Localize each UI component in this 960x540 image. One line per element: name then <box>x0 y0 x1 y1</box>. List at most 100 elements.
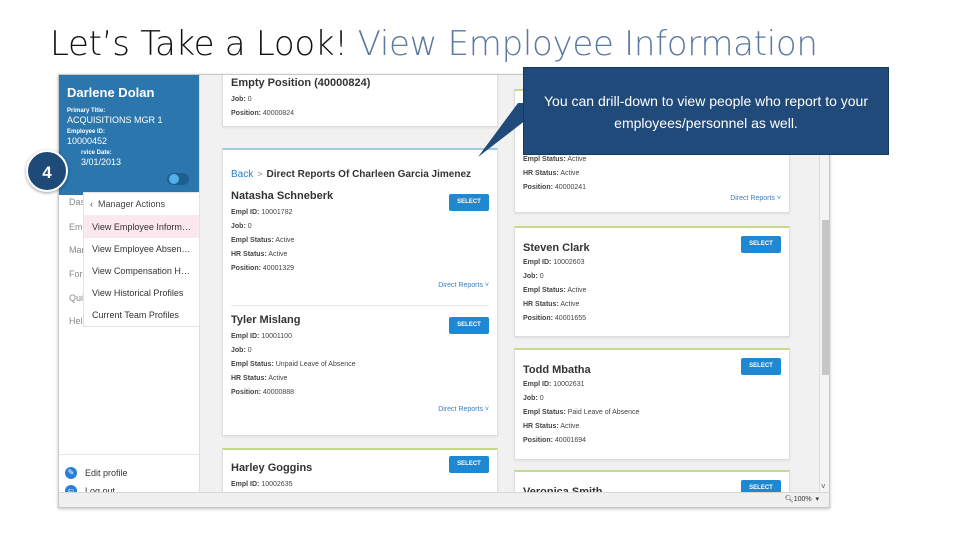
nav-item-help[interactable]: Hel <box>69 316 83 326</box>
chevron-down-icon[interactable]: ˅ <box>821 482 826 491</box>
edit-profile-button[interactable]: ✎ Edit profile <box>65 467 193 479</box>
profile-toggle-icon[interactable] <box>167 173 189 185</box>
job-value: 0 <box>247 347 252 354</box>
empl-id-label: Empl ID: <box>231 481 260 488</box>
hr-status-value: Active <box>268 375 288 382</box>
employee-card: Empty Position (40000824) Job: 0 Positio… <box>222 75 498 127</box>
slide-title: Let’s Take a Look! View Employee Informat… <box>50 24 818 64</box>
nav-item-forms[interactable]: For <box>69 269 83 279</box>
position-value: 40000888 <box>262 389 295 396</box>
position-value: 40001655 <box>554 315 587 322</box>
position-value: 40000824 <box>262 110 295 117</box>
submenu-item-historical-profiles[interactable]: View Historical Profiles <box>84 282 199 304</box>
hr-status-label: HR Status: <box>231 251 267 258</box>
job-value: 0 <box>247 223 252 230</box>
divider <box>231 305 489 306</box>
empl-status-label: Empl Status: <box>523 409 566 416</box>
direct-reports-link[interactable]: Direct Reports ˅ <box>438 282 489 289</box>
position-label: Position: <box>231 265 261 272</box>
slide-title-main: Let’s Take a Look! <box>50 24 348 64</box>
callout-box: You can drill-down to view people who re… <box>523 67 889 155</box>
zoom-control[interactable]: 🔍︎100% ▾ <box>785 495 819 503</box>
empl-id-value: 10002603 <box>553 259 585 266</box>
hr-status-value: Active <box>560 170 580 177</box>
breadcrumb-title: Direct Reports Of Charleen Garcia Jimene… <box>266 169 472 180</box>
employee-id-label: Employee ID: <box>67 129 106 135</box>
job-label: Job: <box>231 347 246 354</box>
position-value: 40001329 <box>262 265 295 272</box>
primary-title-label: Primary Title: <box>67 108 106 114</box>
select-button[interactable]: SELECT <box>741 358 781 375</box>
empl-status-value: Unpaid Leave of Absence <box>275 361 356 368</box>
job-value: 0 <box>539 273 544 280</box>
edit-profile-label: Edit profile <box>85 468 128 478</box>
nav-item-quick[interactable]: Qui <box>69 293 83 303</box>
empl-id-value: 10002635 <box>261 481 293 488</box>
empl-id-value: 10002631 <box>553 381 585 388</box>
direct-reports-panel: Back > Direct Reports Of Charleen Garcia J… <box>222 148 498 436</box>
breadcrumb-separator: > <box>257 169 263 179</box>
hr-status-value: Active <box>560 301 580 308</box>
hr-status-label: HR Status: <box>523 170 559 177</box>
chevron-left-icon: ‹ <box>90 199 93 209</box>
primary-title-value: ACQUISITIONS MGR 1 <box>67 115 163 125</box>
direct-reports-link[interactable]: Direct Reports ˅ <box>730 195 781 202</box>
empl-id-value: 10001100 <box>261 333 292 340</box>
employee-name: Empty Position (40000824) <box>231 77 371 89</box>
submenu-header: Manager Actions <box>98 199 166 209</box>
employee-id-value: 10000452 <box>67 136 108 146</box>
submenu-item-view-compensation[interactable]: View Compensation Hist... <box>84 260 199 282</box>
submenu-item-view-employee-info[interactable]: View Employee Informat... <box>84 216 199 238</box>
position-label: Position: <box>523 437 553 444</box>
job-value: 0 <box>247 96 252 103</box>
empl-status-value: Active <box>275 237 295 244</box>
sidebar: Darlene Dolan Primary Title: ACQUISITION… <box>59 75 200 507</box>
breadcrumb: Back > Direct Reports Of Charleen Garcia J… <box>231 164 489 182</box>
hr-status-label: HR Status: <box>523 301 559 308</box>
empl-status-value: Active <box>567 287 587 294</box>
callout-text: You can drill-down to view people who re… <box>543 93 868 131</box>
empl-id-label: Empl ID: <box>523 259 552 266</box>
empl-status-label: Empl Status: <box>231 237 274 244</box>
empl-id-label: Empl ID: <box>231 209 260 216</box>
hr-status-label: HR Status: <box>523 423 559 430</box>
step-badge: 4 <box>26 150 68 192</box>
back-link[interactable]: Back <box>231 169 253 180</box>
select-button[interactable]: SELECT <box>449 456 489 473</box>
submenu-back[interactable]: ‹ Manager Actions <box>84 193 199 216</box>
pencil-icon: ✎ <box>65 467 77 479</box>
position-value: 40000241 <box>554 184 587 191</box>
employee-card: Steven Clark Empl ID: 10002603 Job: 0 Em… <box>514 226 790 337</box>
job-value: 0 <box>539 395 544 402</box>
slide-title-sub: View Employee Information <box>357 24 818 64</box>
job-label: Job: <box>231 96 246 103</box>
submenu-item-view-employee-absence[interactable]: View Employee Absence... <box>84 238 199 260</box>
hr-status-label: HR Status: <box>231 375 267 382</box>
profile-name: Darlene Dolan <box>67 85 155 100</box>
empl-status-value: Active <box>567 156 587 163</box>
direct-reports-link[interactable]: Direct Reports ˅ <box>438 406 489 413</box>
profile-panel: Darlene Dolan Primary Title: ACQUISITION… <box>59 75 199 195</box>
status-bar: 🔍︎100% ▾ <box>59 492 829 507</box>
empl-id-label: Empl ID: <box>523 381 552 388</box>
job-label: Job: <box>523 273 538 280</box>
position-label: Position: <box>523 315 553 322</box>
position-value: 40001694 <box>554 437 587 444</box>
select-button[interactable]: SELECT <box>449 194 489 211</box>
service-date-label: rvice Date: <box>81 150 112 156</box>
position-label: Position: <box>523 184 553 191</box>
position-label: Position: <box>231 389 261 396</box>
select-button[interactable]: SELECT <box>741 236 781 253</box>
employee-card: Todd Mbatha Empl ID: 10002631 Job: 0 Emp… <box>514 348 790 460</box>
job-label: Job: <box>231 223 246 230</box>
job-label: Job: <box>523 395 538 402</box>
empl-status-label: Empl Status: <box>523 287 566 294</box>
empl-id-label: Empl ID: <box>231 333 260 340</box>
select-button[interactable]: SELECT <box>449 317 489 334</box>
position-label: Position: <box>231 110 261 117</box>
scrollbar-thumb[interactable] <box>822 220 829 375</box>
submenu-item-current-team[interactable]: Current Team Profiles <box>84 304 199 326</box>
zoom-level: 100% <box>793 496 812 503</box>
hr-status-value: Active <box>268 251 288 258</box>
hr-status-value: Active <box>560 423 580 430</box>
